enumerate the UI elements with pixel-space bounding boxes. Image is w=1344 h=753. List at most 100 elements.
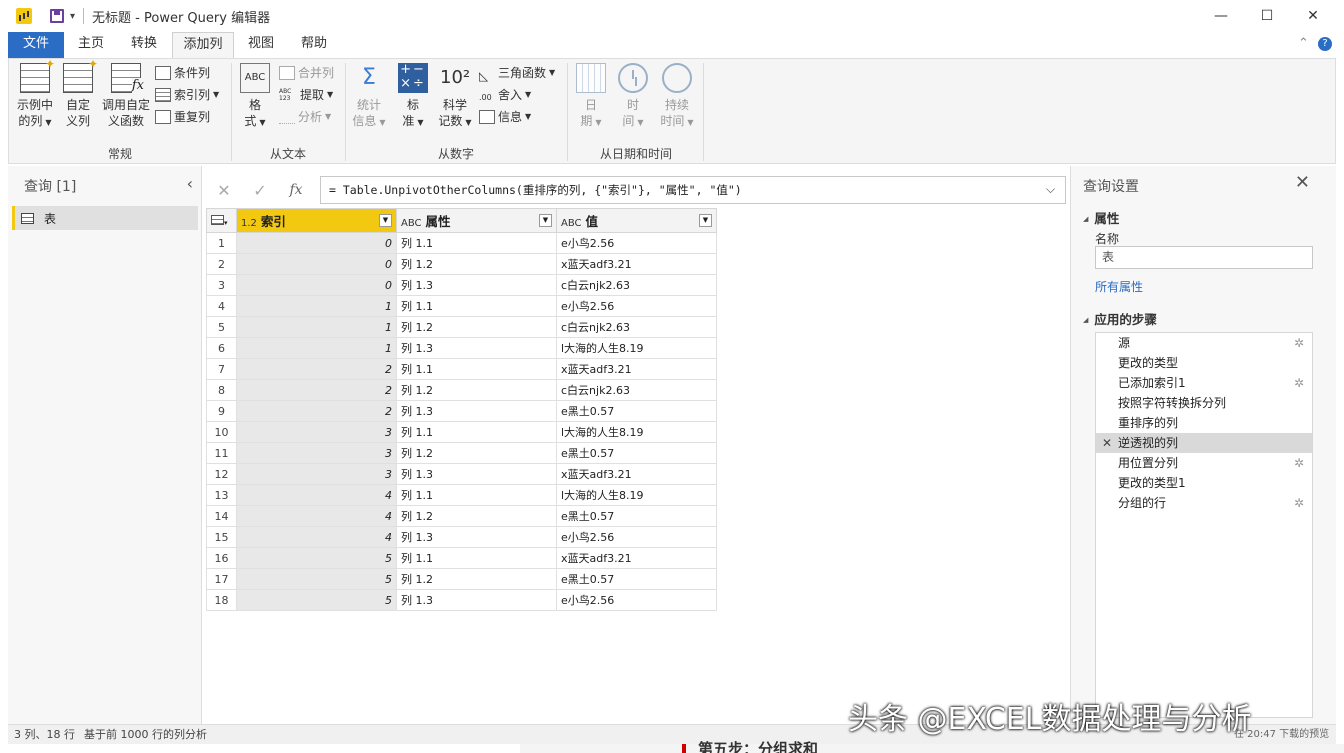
formula-bar[interactable]: = Table.UnpivotOtherColumns(重排序的列, {"索引"… [320, 176, 1066, 204]
statistics-button[interactable]: Σ 统计 信息 ▼ [349, 63, 389, 131]
column-header-value[interactable]: ABC 值 ▼ [556, 208, 717, 233]
trigonometry-button[interactable]: ◺ 三角函数 ▼ [479, 63, 555, 83]
cell-attribute[interactable]: 列 1.2 [396, 568, 557, 590]
date-button[interactable]: 日 期 ▼ [571, 63, 611, 131]
query-name-input[interactable]: 表 [1095, 246, 1313, 269]
maximize-button[interactable]: ☐ [1244, 0, 1290, 32]
cell-value[interactable]: c白云njk2.63 [556, 379, 717, 401]
cell-index[interactable]: 2 [236, 379, 397, 401]
cell-value[interactable]: e小鸟2.56 [556, 526, 717, 548]
properties-section[interactable]: 属性 [1083, 208, 1119, 227]
rounding-button[interactable]: .00 舍入 ▼ [479, 85, 531, 105]
table-row[interactable]: 30列 1.3 c白云njk2.63 [206, 274, 717, 296]
tab-transform[interactable]: 转换 [118, 32, 170, 58]
conditional-column-button[interactable]: 条件列 [155, 63, 210, 83]
scientific-button[interactable]: 10² 科学 记数 ▼ [435, 63, 475, 131]
gear-icon[interactable]: ✲ [1294, 373, 1304, 393]
minimize-button[interactable]: — [1198, 0, 1244, 32]
all-properties-link[interactable]: 所有属性 [1095, 278, 1143, 295]
cell-index[interactable]: 4 [236, 526, 397, 548]
filter-dropdown-icon[interactable]: ▼ [539, 214, 552, 227]
cell-attribute[interactable]: 列 1.2 [396, 505, 557, 527]
help-icon[interactable]: ? [1318, 37, 1332, 51]
applied-step[interactable]: 更改的类型1 [1096, 473, 1312, 493]
cell-value[interactable]: x蓝天adf3.21 [556, 463, 717, 485]
tab-view[interactable]: 视图 [236, 32, 286, 58]
extract-button[interactable]: ABC 123 提取 ▼ [279, 85, 333, 105]
table-row[interactable]: 72列 1.1 x蓝天adf3.21 [206, 358, 717, 380]
applied-step[interactable]: 更改的类型 [1096, 353, 1312, 373]
cell-attribute[interactable]: 列 1.2 [396, 442, 557, 464]
tab-home[interactable]: 主页 [66, 32, 116, 58]
table-row[interactable]: 17 5 列 1.2 e黑土0.57 [206, 568, 717, 590]
cell-index[interactable]: 1 [236, 316, 397, 338]
table-row[interactable]: 10列 1.1 e小鸟2.56 [206, 232, 717, 254]
cell-value[interactable]: e小鸟2.56 [556, 295, 717, 317]
cell-value[interactable]: l大海的人生8.19 [556, 421, 717, 443]
table-row[interactable]: 92列 1.3 e黑土0.57 [206, 400, 717, 422]
filter-dropdown-icon[interactable]: ▼ [379, 214, 392, 227]
table-row[interactable]: 41列 1.1 e小鸟2.56 [206, 295, 717, 317]
table-row[interactable]: 11 3 列 1.2 e黑土0.57 [206, 442, 717, 464]
table-row[interactable]: 61列 1.3 l大海的人生8.19 [206, 337, 717, 359]
gear-icon[interactable]: ✲ [1294, 333, 1304, 353]
table-row[interactable]: 14 4 列 1.2 e黑土0.57 [206, 505, 717, 527]
collapse-pane-icon[interactable]: ‹ [187, 174, 193, 193]
applied-step[interactable]: 按照字符转换拆分列 [1096, 393, 1312, 413]
cell-index[interactable]: 5 [236, 568, 397, 590]
cell-attribute[interactable]: 列 1.1 [396, 547, 557, 569]
standard-button[interactable]: +− ×÷ 标 准 ▼ [395, 63, 431, 131]
applied-step[interactable]: ✕ 逆透视的列 [1096, 433, 1312, 453]
table-row[interactable]: 82列 1.2 c白云njk2.63 [206, 379, 717, 401]
cell-index[interactable]: 0 [236, 274, 397, 296]
applied-step[interactable]: 用位置分列 ✲ [1096, 453, 1312, 473]
table-row[interactable]: 15 4 列 1.3 e小鸟2.56 [206, 526, 717, 548]
duration-button[interactable]: 持续 时间 ▼ [655, 63, 699, 131]
cell-attribute[interactable]: 列 1.1 [396, 232, 557, 254]
column-header-attribute[interactable]: ABC 属性 ▼ [396, 208, 557, 233]
cell-index[interactable]: 5 [236, 589, 397, 611]
cell-index[interactable]: 4 [236, 505, 397, 527]
tab-file[interactable]: 文件 [8, 32, 64, 58]
format-button[interactable]: ABC 格 式 ▼ [237, 63, 273, 131]
cell-value[interactable]: e黑土0.57 [556, 568, 717, 590]
cell-value[interactable]: e黑土0.57 [556, 400, 717, 422]
cell-index[interactable]: 2 [236, 400, 397, 422]
close-button[interactable]: ✕ [1290, 0, 1336, 32]
table-row[interactable]: 12 3 列 1.3 x蓝天adf3.21 [206, 463, 717, 485]
cell-index[interactable]: 3 [236, 442, 397, 464]
query-item[interactable]: 表 [12, 206, 198, 230]
close-icon[interactable]: ✕ [1295, 172, 1310, 193]
cell-attribute[interactable]: 列 1.3 [396, 337, 557, 359]
applied-step[interactable]: 分组的行 ✲ [1096, 493, 1312, 513]
cell-index[interactable]: 0 [236, 232, 397, 254]
cell-value[interactable]: x蓝天adf3.21 [556, 547, 717, 569]
applied-step[interactable]: 已添加索引1 ✲ [1096, 373, 1312, 393]
gear-icon[interactable]: ✲ [1294, 493, 1304, 513]
applied-steps-section[interactable]: 应用的步骤 [1083, 309, 1157, 328]
commit-formula-icon[interactable]: ✓ [242, 181, 278, 200]
insert-function-icon[interactable]: fx [278, 182, 314, 198]
cell-value[interactable]: e黑土0.57 [556, 505, 717, 527]
cell-index[interactable]: 2 [236, 358, 397, 380]
quick-access-dropdown-icon[interactable]: ▾ [70, 11, 75, 22]
tab-add-column[interactable]: 添加列 [172, 32, 234, 59]
time-button[interactable]: 时 间 ▼ [615, 63, 651, 131]
cell-attribute[interactable]: 列 1.2 [396, 316, 557, 338]
table-menu-button[interactable]: ▾ [206, 208, 237, 233]
cell-value[interactable]: l大海的人生8.19 [556, 337, 717, 359]
cell-value[interactable]: e黑土0.57 [556, 442, 717, 464]
cell-value[interactable]: x蓝天adf3.21 [556, 253, 717, 275]
cell-attribute[interactable]: 列 1.3 [396, 463, 557, 485]
cell-attribute[interactable]: 列 1.3 [396, 526, 557, 548]
cancel-formula-icon[interactable]: ✕ [206, 181, 242, 200]
cell-index[interactable]: 3 [236, 463, 397, 485]
cell-value[interactable]: x蓝天adf3.21 [556, 358, 717, 380]
cell-index[interactable]: 4 [236, 484, 397, 506]
cell-index[interactable]: 1 [236, 337, 397, 359]
invoke-custom-function-button[interactable]: 调用自定 义函数 [99, 63, 153, 129]
cell-attribute[interactable]: 列 1.2 [396, 253, 557, 275]
table-row[interactable]: 16 5 列 1.1 x蓝天adf3.21 [206, 547, 717, 569]
index-column-button[interactable]: 索引列 ▼ [155, 85, 219, 105]
cell-value[interactable]: e小鸟2.56 [556, 589, 717, 611]
